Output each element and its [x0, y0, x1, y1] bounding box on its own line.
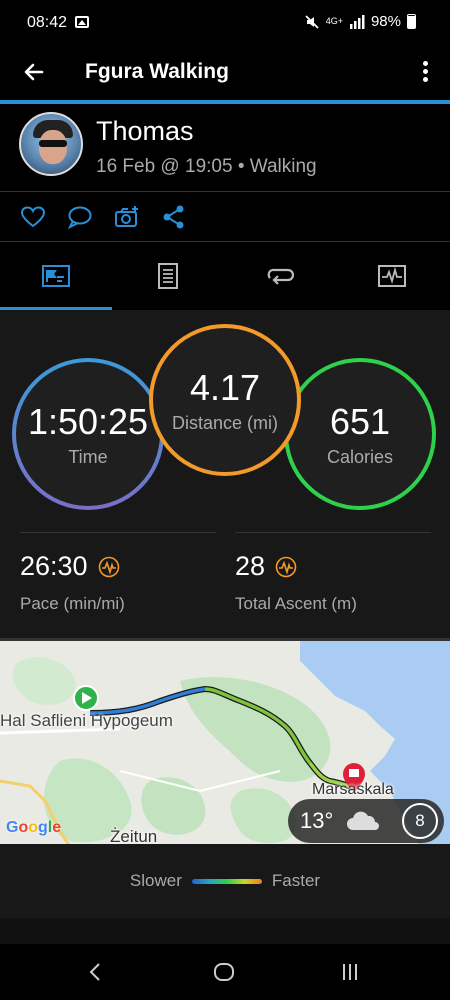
- nav-home-icon[interactable]: [212, 960, 236, 984]
- cloud-icon: [347, 811, 380, 830]
- signal-icon: [349, 14, 365, 29]
- distance-label: Distance (mi): [171, 412, 278, 433]
- legend-gradient-bar: [191, 878, 262, 884]
- route-map[interactable]: Hal Saflieni Hypogeum Marsaskala Żeitun …: [0, 638, 450, 844]
- calories-ring: 651 Calories: [284, 358, 436, 510]
- battery-icon: [407, 14, 416, 29]
- network-type: 4G+: [325, 16, 343, 26]
- calories-value: 651: [329, 400, 391, 442]
- tab-laps[interactable]: [224, 242, 336, 310]
- pulse-icon[interactable]: [275, 556, 297, 578]
- time-label: Time: [68, 446, 108, 467]
- pulse-icon[interactable]: [98, 556, 120, 578]
- status-time: 08:42: [27, 14, 68, 31]
- heart-rate-chart-icon: [378, 265, 406, 287]
- content-bottom: [0, 918, 450, 944]
- nav-recents-icon[interactable]: [338, 960, 362, 984]
- wind-speed-icon: 8: [402, 803, 438, 839]
- map-label-end: Marsaskala: [312, 781, 394, 798]
- status-bar: 08:42 4G+ 98%: [0, 0, 450, 48]
- tab-charts[interactable]: [336, 242, 448, 310]
- battery-percent: 98%: [370, 13, 401, 30]
- distance-value: 4.17: [189, 366, 261, 408]
- status-right: 4G+ 98%: [304, 13, 416, 30]
- legend-faster: Faster: [271, 871, 321, 890]
- google-logo: Google: [6, 819, 62, 836]
- ascent-label: Total Ascent (m): [235, 594, 357, 613]
- tab-bar: [0, 242, 450, 310]
- pace-value: 26:30: [20, 551, 88, 581]
- back-arrow-icon[interactable]: [20, 58, 48, 86]
- ascent-metric: 28 Total Ascent (m): [235, 532, 431, 614]
- heart-icon[interactable]: [20, 204, 46, 230]
- stats-panel: 1:50:25 Time 4.17 Distance (mi) 651 Calo…: [0, 310, 450, 638]
- pace-metric: 26:30 Pace (min/mi): [20, 532, 216, 614]
- mute-icon: [305, 14, 319, 29]
- ascent-value: 28: [235, 551, 266, 581]
- legend-slower: Slower: [129, 871, 182, 890]
- system-nav-bar: [0, 944, 450, 1000]
- image-notification-icon: [75, 16, 89, 28]
- overflow-menu-icon[interactable]: [418, 58, 432, 88]
- tab-stats[interactable]: [0, 242, 112, 310]
- pace-label: Pace (min/mi): [20, 594, 125, 613]
- profile-section: Thomas 16 Feb @ 19:05 • Walking: [0, 104, 450, 192]
- time-ring: 1:50:25 Time: [12, 358, 164, 510]
- time-value: 1:50:25: [27, 400, 149, 442]
- nav-back-icon[interactable]: [84, 960, 108, 984]
- pace-legend: Slower Faster: [0, 844, 450, 918]
- share-icon[interactable]: [161, 204, 187, 230]
- action-row: [0, 192, 450, 242]
- map-label-bottom: Żeitun: [110, 827, 158, 844]
- camera-add-icon[interactable]: [114, 204, 140, 230]
- weather-widget[interactable]: 13° 8: [288, 799, 444, 843]
- map-label-start: Hal Saflieni Hypogeum: [0, 711, 173, 730]
- comment-icon[interactable]: [67, 204, 93, 230]
- user-name: Thomas: [96, 116, 194, 146]
- activity-title: Fgura Walking: [85, 60, 229, 83]
- laps-loop-icon: [267, 268, 294, 285]
- calories-label: Calories: [326, 446, 394, 467]
- distance-ring: 4.17 Distance (mi): [149, 324, 301, 476]
- weather-temperature: 13°: [300, 808, 334, 833]
- document-icon: [158, 263, 178, 289]
- activity-meta: 16 Feb @ 19:05 • Walking: [96, 156, 317, 177]
- avatar[interactable]: [19, 112, 83, 176]
- stats-flag-icon: [42, 265, 70, 287]
- tab-details[interactable]: [112, 242, 224, 310]
- app-bar: Fgura Walking: [0, 48, 450, 100]
